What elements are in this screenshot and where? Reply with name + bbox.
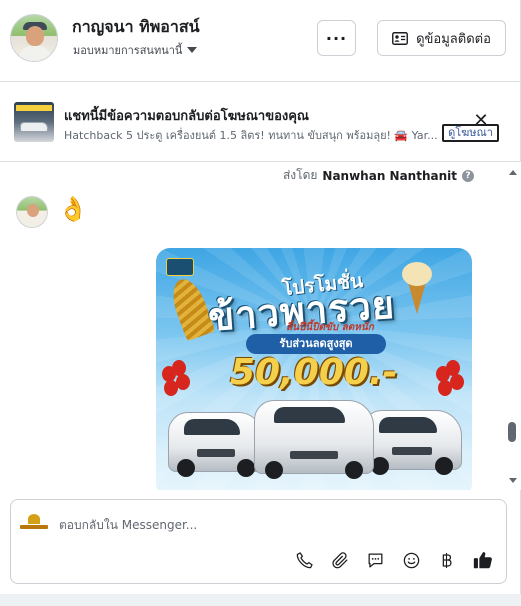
- thread-scrollbar[interactable]: [505, 162, 521, 490]
- thumbs-up-icon[interactable]: [471, 548, 495, 572]
- assign-label: มอบหมายการสนทนานี้: [73, 44, 183, 57]
- promo-cars: [156, 400, 472, 490]
- promo-image-message[interactable]: โปรโมชั่น ข้าวพารวย ลื่นปีนี้ปิดขับ ลดหน…: [156, 248, 472, 490]
- sent-by-prefix: ส่งโดย: [282, 168, 318, 182]
- dealer-logo: [166, 258, 194, 276]
- phone-icon[interactable]: [292, 548, 316, 572]
- scroll-thumb[interactable]: [508, 422, 516, 442]
- reply-input[interactable]: [59, 515, 479, 535]
- promo-discount-band: รับส่วนลดสูงสุด: [246, 334, 386, 354]
- sent-by-line: ส่งโดย Nanwhan Nanthanit ?: [283, 166, 474, 185]
- ad-reply-banner: แชทนี้มีข้อความตอบกลับต่อโฆษณาของคุณ Hat…: [0, 83, 521, 162]
- caret-down-icon: [187, 47, 198, 53]
- chat-bubble-icon[interactable]: [363, 548, 387, 572]
- promo-discount-amount: 50,000.-: [230, 352, 398, 393]
- scroll-up-arrow-icon[interactable]: [509, 170, 517, 175]
- more-options-button[interactable]: ···: [317, 20, 356, 56]
- conversation-panel: กาญจนา ทิพอาสน์ มอบหมายการสนทนานี้ ··· ด…: [0, 0, 521, 606]
- ad-banner-description: Hatchback 5 ประตู เครื่องยนต์ 1.5 ลิตร! …: [64, 129, 438, 142]
- bottom-edge: [0, 594, 521, 606]
- scroll-down-arrow-icon[interactable]: [509, 478, 517, 483]
- baht-icon[interactable]: [434, 548, 458, 572]
- contact-card-icon: [392, 31, 409, 45]
- car-center: [254, 400, 374, 479]
- promo-tagline: ลื่นปีนี้ปิดขับ ลดหนัก: [286, 322, 374, 333]
- ad-banner-title: แชทนี้มีข้อความตอบกลับต่อโฆษณาของคุณ: [64, 109, 309, 124]
- balloons-left-decoration: [162, 360, 192, 400]
- ad-thumbnail[interactable]: [14, 102, 54, 142]
- view-contact-info-button[interactable]: ดูข้อมูลติดต่อ: [377, 20, 506, 56]
- assign-conversation-dropdown[interactable]: มอบหมายการสนทนานี้: [73, 41, 198, 59]
- help-icon[interactable]: ?: [462, 169, 474, 182]
- view-ad-link[interactable]: ดูโฆษณา: [442, 124, 499, 142]
- view-contact-info-label: ดูข้อมูลติดต่อ: [416, 31, 491, 47]
- car-left: [168, 412, 264, 477]
- contact-message-avatar: [16, 196, 48, 228]
- conversation-header: กาญจนา ทิพอาสน์ มอบหมายการสนทนานี้ ··· ด…: [0, 0, 521, 82]
- contact-name[interactable]: กาญจนา ทิพอาสน์: [72, 15, 200, 40]
- ice-cream-decoration: [400, 262, 434, 316]
- ok-hand-message[interactable]: 👌: [58, 195, 88, 227]
- contact-avatar[interactable]: [10, 14, 58, 62]
- reply-composer: [10, 499, 507, 584]
- message-thread: ส่งโดย Nanwhan Nanthanit ? 👌 โปรโมชั่น ข…: [0, 162, 505, 490]
- sender-name: Nanwhan Nanthanit: [322, 168, 457, 183]
- paperclip-icon[interactable]: [328, 548, 352, 572]
- emoji-icon[interactable]: [399, 548, 423, 572]
- balloons-right-decoration: [436, 360, 466, 400]
- car-right: [362, 410, 462, 475]
- page-avatar: [20, 514, 48, 534]
